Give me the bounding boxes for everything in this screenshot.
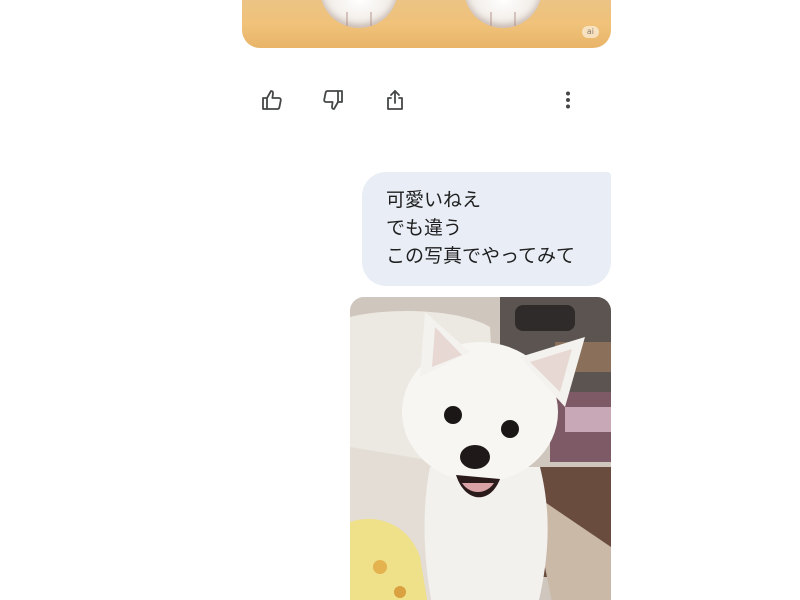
message-line: でも違う (386, 217, 463, 239)
generated-image[interactable]: ai (242, 0, 611, 48)
paw-left (320, 0, 398, 28)
chat-view: ai 可愛いねえ でも違う この写真でやってみて (0, 0, 800, 600)
thumbs-up-button[interactable] (258, 86, 286, 114)
user-message-bubble: 可愛いねえ でも違う この写真でやってみて (362, 172, 611, 286)
share-icon (383, 88, 407, 112)
paw-right (464, 0, 542, 28)
ai-badge: ai (581, 26, 599, 38)
more-options-button[interactable] (554, 86, 582, 114)
more-vert-icon (556, 88, 580, 112)
dog-photo-illustration (350, 297, 611, 600)
uploaded-dog-photo[interactable] (350, 297, 611, 600)
thumbs-down-icon (321, 88, 345, 112)
response-actions (0, 86, 800, 114)
share-button[interactable] (381, 86, 409, 114)
thumbs-down-button[interactable] (319, 86, 347, 114)
message-line: この写真でやってみて (386, 245, 576, 267)
thumbs-up-icon (260, 88, 284, 112)
message-line: 可愛いねえ (386, 189, 482, 211)
